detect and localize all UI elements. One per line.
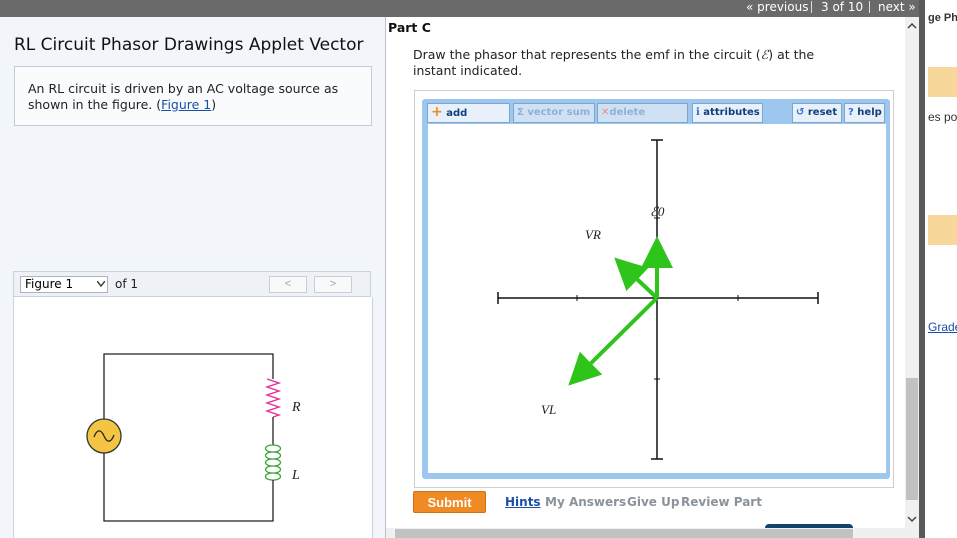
figure-next-button[interactable]: > [314, 276, 352, 293]
attributes-label: attributes [703, 107, 760, 118]
submit-button[interactable]: Submit [413, 491, 486, 513]
nav-separator [869, 1, 870, 13]
figure-select-value: Figure 1 [25, 277, 74, 291]
previous-link[interactable]: « previous [746, 0, 808, 14]
phasor-diagram[interactable]: ℰ0 VR VL [428, 124, 886, 473]
reset-label: reset [807, 107, 838, 118]
horizontal-scroll-thumb[interactable] [395, 529, 853, 538]
help-label: help [857, 107, 882, 118]
circuit-wire-top [103, 353, 274, 423]
scroll-up-icon[interactable] [907, 22, 917, 30]
vector-sum-label: vector sum [527, 107, 591, 118]
circuit-wire-bottom [103, 453, 274, 522]
figure-select[interactable]: Figure 1 [20, 276, 108, 293]
next-link[interactable]: next » [878, 0, 916, 14]
vertical-scroll-thumb[interactable] [906, 378, 918, 500]
resistor-symbol [264, 378, 282, 418]
vl-label: VL [541, 402, 556, 417]
add-element-button[interactable]: + add element [427, 103, 510, 137]
help-button[interactable]: ? help [844, 103, 885, 123]
panel-divider [385, 17, 386, 538]
right-orange-tab [928, 215, 957, 245]
figure-prev-button[interactable]: < [269, 276, 307, 293]
vector-sum-button[interactable]: Σ vector sum [513, 103, 595, 123]
info-icon: i [696, 107, 700, 118]
right-orange-tab [928, 67, 957, 97]
scroll-down-icon[interactable] [907, 515, 917, 523]
figure-count: of 1 [115, 277, 139, 291]
description-end: ) [211, 97, 217, 112]
chevron-left-icon: < [284, 278, 292, 290]
reset-icon: ↺ [796, 107, 805, 118]
question-position: 3 of 10 [821, 0, 864, 14]
problem-title: RL Circuit Phasor Drawings Applet Vector [14, 35, 364, 55]
hints-link[interactable]: Hints [505, 495, 541, 509]
inductor-label: L [291, 468, 300, 483]
right-side-border [919, 0, 925, 538]
resistor-label: R [291, 400, 301, 415]
help-icon: ? [848, 107, 854, 118]
grade-link[interactable]: Grade [928, 320, 957, 334]
my-answers-link[interactable]: My Answers [545, 495, 626, 509]
figure-link[interactable]: Figure 1 [161, 97, 211, 112]
give-up-link[interactable]: Give Up [627, 495, 679, 509]
rl-circuit-diagram: R L [86, 353, 301, 522]
vr-phasor-arrow[interactable] [614, 257, 659, 300]
vr-label: VR [585, 227, 601, 242]
chevron-right-icon: > [329, 278, 337, 290]
vl-phasor-arrow[interactable] [568, 296, 659, 386]
sigma-icon: Σ [517, 107, 524, 118]
problem-description: An RL circuit is driven by an AC voltage… [28, 81, 368, 113]
right-heading-fragment: ge Ph [928, 12, 957, 24]
nav-separator [811, 1, 812, 13]
review-part-link[interactable]: Review Part [681, 495, 762, 509]
reset-button[interactable]: ↺ reset [792, 103, 842, 123]
inductor-symbol [264, 444, 282, 481]
chevron-down-icon [97, 281, 105, 287]
attributes-button[interactable]: i attributes [692, 103, 763, 123]
plus-icon: + [431, 104, 443, 120]
emf-label: ℰ0 [650, 204, 665, 219]
part-heading: Part C [388, 20, 431, 35]
question-text: Draw the phasor that represents the emf … [413, 47, 853, 79]
question-part-a: Draw the phasor that represents the emf … [413, 47, 761, 62]
delete-element-button[interactable]: ✕delete element [597, 103, 688, 136]
right-text-fragment: es po [928, 110, 957, 124]
